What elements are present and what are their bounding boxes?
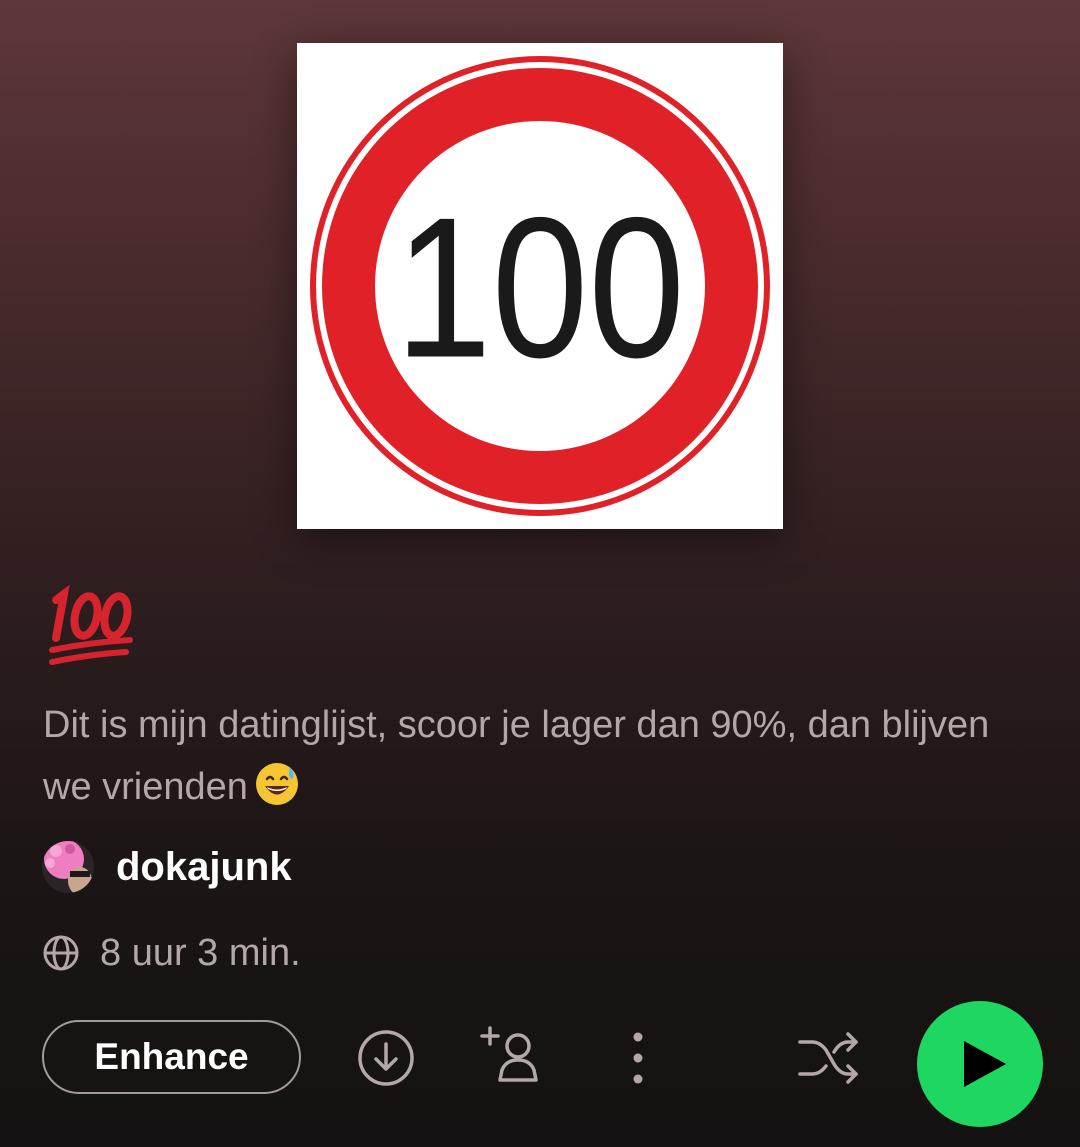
- download-icon: [358, 1030, 414, 1086]
- shuffle-button[interactable]: [796, 1030, 860, 1086]
- play-icon: [964, 1041, 1006, 1087]
- playlist-cover[interactable]: 100: [297, 43, 783, 529]
- playlist-meta: 8 uur 3 min.: [42, 930, 301, 976]
- owner-name[interactable]: dokajunk: [116, 845, 292, 890]
- globe-icon: [43, 935, 79, 971]
- add-collaborator-button[interactable]: [480, 1024, 544, 1084]
- enhance-button[interactable]: Enhance: [42, 1020, 301, 1094]
- playlist-title: [42, 570, 142, 670]
- enhance-label: Enhance: [94, 1036, 249, 1077]
- playlist-description: Dit is mijn datinglijst, scoor je lager …: [43, 694, 1043, 818]
- grinning-sweat-emoji-icon: [254, 761, 300, 807]
- description-text: Dit is mijn datinglijst, scoor je lager …: [43, 704, 990, 808]
- download-button[interactable]: [356, 1028, 416, 1088]
- cover-number: 100: [395, 177, 685, 400]
- owner-avatar[interactable]: [42, 841, 94, 893]
- more-options-button[interactable]: [618, 1030, 658, 1086]
- play-button[interactable]: [917, 1001, 1043, 1127]
- playlist-owner[interactable]: dokajunk: [42, 841, 292, 893]
- playlist-duration: 8 uur 3 min.: [100, 931, 301, 974]
- speed-sign-image: 100: [310, 56, 770, 516]
- hundred-points-icon: [49, 584, 133, 665]
- more-vertical-icon: [633, 1032, 643, 1084]
- shuffle-icon: [798, 1032, 858, 1084]
- add-user-icon: [480, 1026, 538, 1082]
